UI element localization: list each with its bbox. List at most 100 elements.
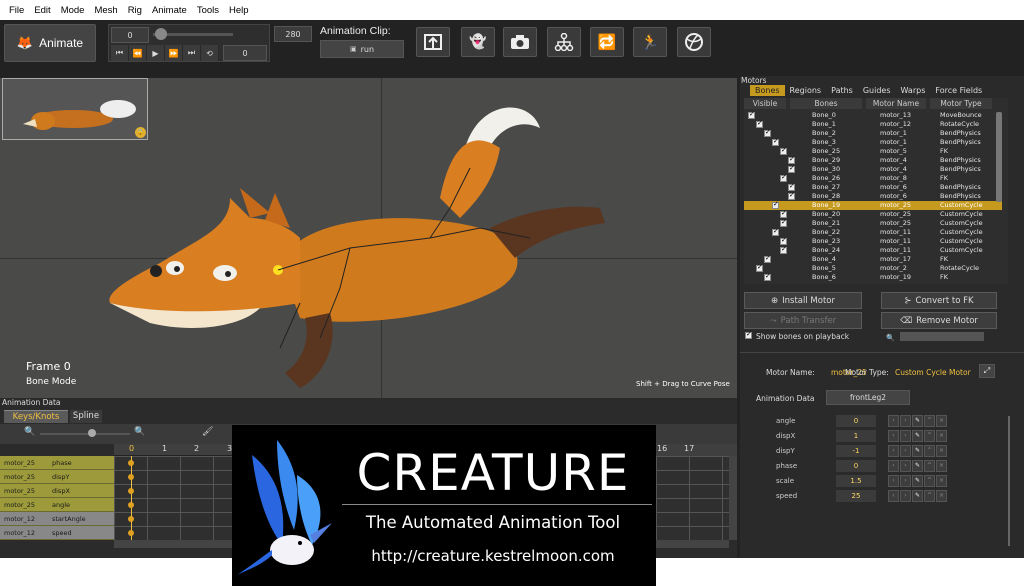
table-row[interactable]: Bone_29 motor_4 BendPhysics xyxy=(744,155,1002,165)
close-icon[interactable]: × xyxy=(936,490,947,502)
tab-spline[interactable]: Spline xyxy=(70,410,102,423)
next-icon[interactable]: › xyxy=(900,415,911,427)
edit-icon[interactable]: ✎ xyxy=(912,475,923,487)
expand-button[interactable]: ⤢ xyxy=(979,364,995,378)
table-row[interactable]: Bone_6 motor_19 FK xyxy=(744,272,1002,282)
visible-checkbox[interactable] xyxy=(780,209,787,218)
brush-icon[interactable]: 🖌 xyxy=(202,427,213,437)
prev-icon[interactable]: ‹ xyxy=(888,415,899,427)
key-track-row[interactable]: motor_25 dispX xyxy=(0,484,114,498)
tab-guides[interactable]: Guides xyxy=(858,85,896,96)
next-icon[interactable]: › xyxy=(900,475,911,487)
zoom-slider[interactable] xyxy=(40,433,130,435)
loop-icon[interactable]: ⟲ xyxy=(201,45,219,61)
cycle-button[interactable]: 🔁 xyxy=(590,27,624,57)
remove-motor-button[interactable]: ⌫ Remove Motor xyxy=(881,312,997,329)
skip-start-icon[interactable]: ⏮ xyxy=(111,45,129,61)
table-row[interactable]: Bone_5 motor_2 RotateCycle xyxy=(744,263,1002,273)
play-icon[interactable]: ▶ xyxy=(147,45,165,61)
param-value[interactable]: 1 xyxy=(836,430,876,442)
edit-icon[interactable]: ✎ xyxy=(912,445,923,457)
ghost-button[interactable]: 👻 xyxy=(461,27,495,57)
table-row[interactable]: Bone_25 motor_5 FK xyxy=(744,146,1002,156)
prev-icon[interactable]: ‹ xyxy=(888,445,899,457)
current-frame-field[interactable]: 0 xyxy=(223,45,267,61)
close-icon[interactable]: × xyxy=(936,430,947,442)
vertical-scrollbar[interactable] xyxy=(729,456,737,540)
table-row[interactable]: Bone_28 motor_6 BendPhysics xyxy=(744,191,1002,201)
up-icon[interactable]: ^ xyxy=(924,460,935,472)
edit-icon[interactable]: ✎ xyxy=(912,460,923,472)
visible-checkbox[interactable] xyxy=(780,218,787,227)
key-track-row[interactable]: motor_25 phase xyxy=(0,456,114,470)
up-icon[interactable]: ^ xyxy=(924,445,935,457)
ball-button[interactable] xyxy=(677,27,711,57)
next-icon[interactable]: › xyxy=(900,430,911,442)
up-icon[interactable]: ^ xyxy=(924,415,935,427)
visible-checkbox[interactable] xyxy=(788,182,795,191)
close-icon[interactable]: × xyxy=(936,445,947,457)
visible-checkbox[interactable] xyxy=(780,245,787,254)
next-icon[interactable]: › xyxy=(900,490,911,502)
zoom-in-icon[interactable]: 🔍 xyxy=(134,427,145,437)
prev-icon[interactable]: ‹ xyxy=(888,475,899,487)
hierarchy-button[interactable] xyxy=(547,27,581,57)
param-scrollbar[interactable] xyxy=(1008,416,1010,546)
visible-checkbox[interactable] xyxy=(780,146,787,155)
tab-keys-knots[interactable]: Keys/Knots xyxy=(4,410,68,423)
param-value[interactable]: 1.5 xyxy=(836,475,876,487)
tab-bones[interactable]: Bones xyxy=(750,85,785,96)
frame-end-field[interactable]: 280 xyxy=(274,26,312,42)
keyframe-marker[interactable] xyxy=(128,502,134,508)
convert-fk-button[interactable]: ⊱ Convert to FK xyxy=(881,292,997,309)
param-value[interactable]: 0 xyxy=(836,415,876,427)
table-row[interactable]: Bone_26 motor_8 FK xyxy=(744,173,1002,183)
table-row[interactable]: Bone_0 motor_13 MoveBounce xyxy=(744,110,1002,120)
key-track-row[interactable]: motor_25 dispY xyxy=(0,470,114,484)
tab-regions[interactable]: Regions xyxy=(785,85,827,96)
timeline-slider-handle[interactable] xyxy=(155,28,167,40)
menu-item-rig[interactable]: Rig xyxy=(123,5,147,16)
table-row[interactable]: Bone_4 motor_17 FK xyxy=(744,254,1002,264)
table-row[interactable]: Bone_1 motor_12 RotateCycle xyxy=(744,119,1002,129)
edit-icon[interactable]: ✎ xyxy=(912,430,923,442)
search-input[interactable] xyxy=(900,332,984,341)
visible-checkbox[interactable] xyxy=(788,155,795,164)
table-row[interactable]: Bone_21 motor_25 CustomCycle xyxy=(744,218,1002,228)
path-transfer-button[interactable]: ⤳ Path Transfer xyxy=(744,312,862,329)
table-scrollbar[interactable] xyxy=(996,112,1002,202)
visible-checkbox[interactable] xyxy=(780,236,787,245)
up-icon[interactable]: ^ xyxy=(924,475,935,487)
rewind-icon[interactable]: ⏪ xyxy=(129,45,147,61)
menu-item-tools[interactable]: Tools xyxy=(192,5,224,16)
prev-icon[interactable]: ‹ xyxy=(888,490,899,502)
run-button[interactable]: 🏃 xyxy=(633,27,667,57)
visible-checkbox[interactable] xyxy=(756,263,763,272)
frame-start-field[interactable]: 0 xyxy=(111,27,149,43)
export-button[interactable] xyxy=(416,27,450,57)
menu-item-animate[interactable]: Animate xyxy=(147,5,192,16)
menu-item-help[interactable]: Help xyxy=(224,5,254,16)
tab-force-fields[interactable]: Force Fields xyxy=(930,85,987,96)
visible-checkbox[interactable] xyxy=(780,173,787,182)
menu-item-mode[interactable]: Mode xyxy=(56,5,90,16)
param-value[interactable]: -1 xyxy=(836,445,876,457)
viewport[interactable]: 🔒 Frame 0 Bone Mode Shift + Drag to Curv… xyxy=(0,78,737,398)
fast-forward-icon[interactable]: ⏩ xyxy=(165,45,183,61)
up-icon[interactable]: ^ xyxy=(924,430,935,442)
visible-checkbox[interactable] xyxy=(788,164,795,173)
visible-checkbox[interactable] xyxy=(764,254,771,263)
menu-item-edit[interactable]: Edit xyxy=(29,5,55,16)
up-icon[interactable]: ^ xyxy=(924,490,935,502)
keyframe-marker[interactable] xyxy=(128,488,134,494)
playhead[interactable] xyxy=(131,456,132,540)
keyframe-marker[interactable] xyxy=(128,460,134,466)
camera-button[interactable] xyxy=(503,27,537,57)
show-bones-checkbox[interactable] xyxy=(745,330,752,339)
visible-checkbox[interactable] xyxy=(756,119,763,128)
visible-checkbox[interactable] xyxy=(772,200,779,209)
zoom-slider-handle[interactable] xyxy=(88,429,96,437)
anim-data-select[interactable]: frontLeg2 xyxy=(826,390,910,405)
zoom-out-icon[interactable]: 🔍 xyxy=(24,427,35,437)
menu-item-file[interactable]: File xyxy=(4,5,29,16)
